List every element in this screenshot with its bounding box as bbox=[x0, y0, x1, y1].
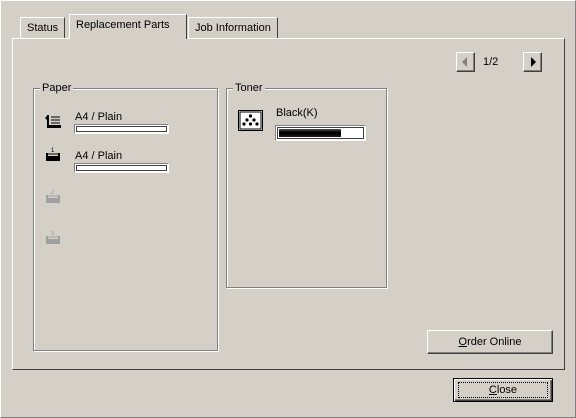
svg-text:1: 1 bbox=[51, 148, 55, 154]
tab-replacement-parts[interactable]: Replacement Parts bbox=[69, 14, 187, 39]
tab-status[interactable]: Status bbox=[20, 17, 66, 38]
tray-label: A4 / Plain bbox=[75, 111, 123, 123]
order-online-mnemonic: O bbox=[458, 336, 468, 348]
toner-cartridge-icon bbox=[238, 110, 263, 131]
triangle-right-icon bbox=[531, 57, 536, 67]
tray-1-icon: 1 bbox=[46, 148, 60, 161]
order-online-label: rder Online bbox=[467, 336, 522, 348]
close-button[interactable]: Close bbox=[453, 378, 553, 402]
toner-label: Black(K) bbox=[276, 107, 318, 119]
svg-text:3: 3 bbox=[51, 231, 55, 237]
paper-group-title: Paper bbox=[40, 82, 74, 94]
previous-page-button[interactable] bbox=[456, 52, 475, 72]
tray-level-bar bbox=[74, 163, 169, 173]
tray-level-bar bbox=[74, 124, 169, 134]
tab-label: Status bbox=[27, 22, 59, 34]
tray-2-icon: 2 bbox=[46, 190, 60, 203]
close-label: lose bbox=[496, 384, 518, 396]
page-indicator: 1/2 bbox=[483, 56, 499, 68]
svg-text:2: 2 bbox=[51, 190, 55, 196]
toner-level-bar bbox=[275, 125, 366, 141]
tab-label: Replacement Parts bbox=[76, 19, 170, 31]
tray-3-icon: 3 bbox=[46, 231, 60, 244]
tab-job-information[interactable]: Job Information bbox=[188, 17, 278, 38]
manual-feed-tray-icon bbox=[45, 115, 61, 128]
tab-label: Job Information bbox=[195, 22, 271, 34]
toner-group-title: Toner bbox=[233, 82, 265, 94]
toner-level-fill bbox=[279, 129, 342, 137]
next-page-button[interactable] bbox=[523, 52, 542, 72]
close-mnemonic: C bbox=[488, 384, 497, 396]
tray-label: A4 / Plain bbox=[75, 150, 123, 162]
triangle-left-icon bbox=[462, 57, 467, 67]
order-online-button[interactable]: Order Online bbox=[427, 330, 553, 354]
